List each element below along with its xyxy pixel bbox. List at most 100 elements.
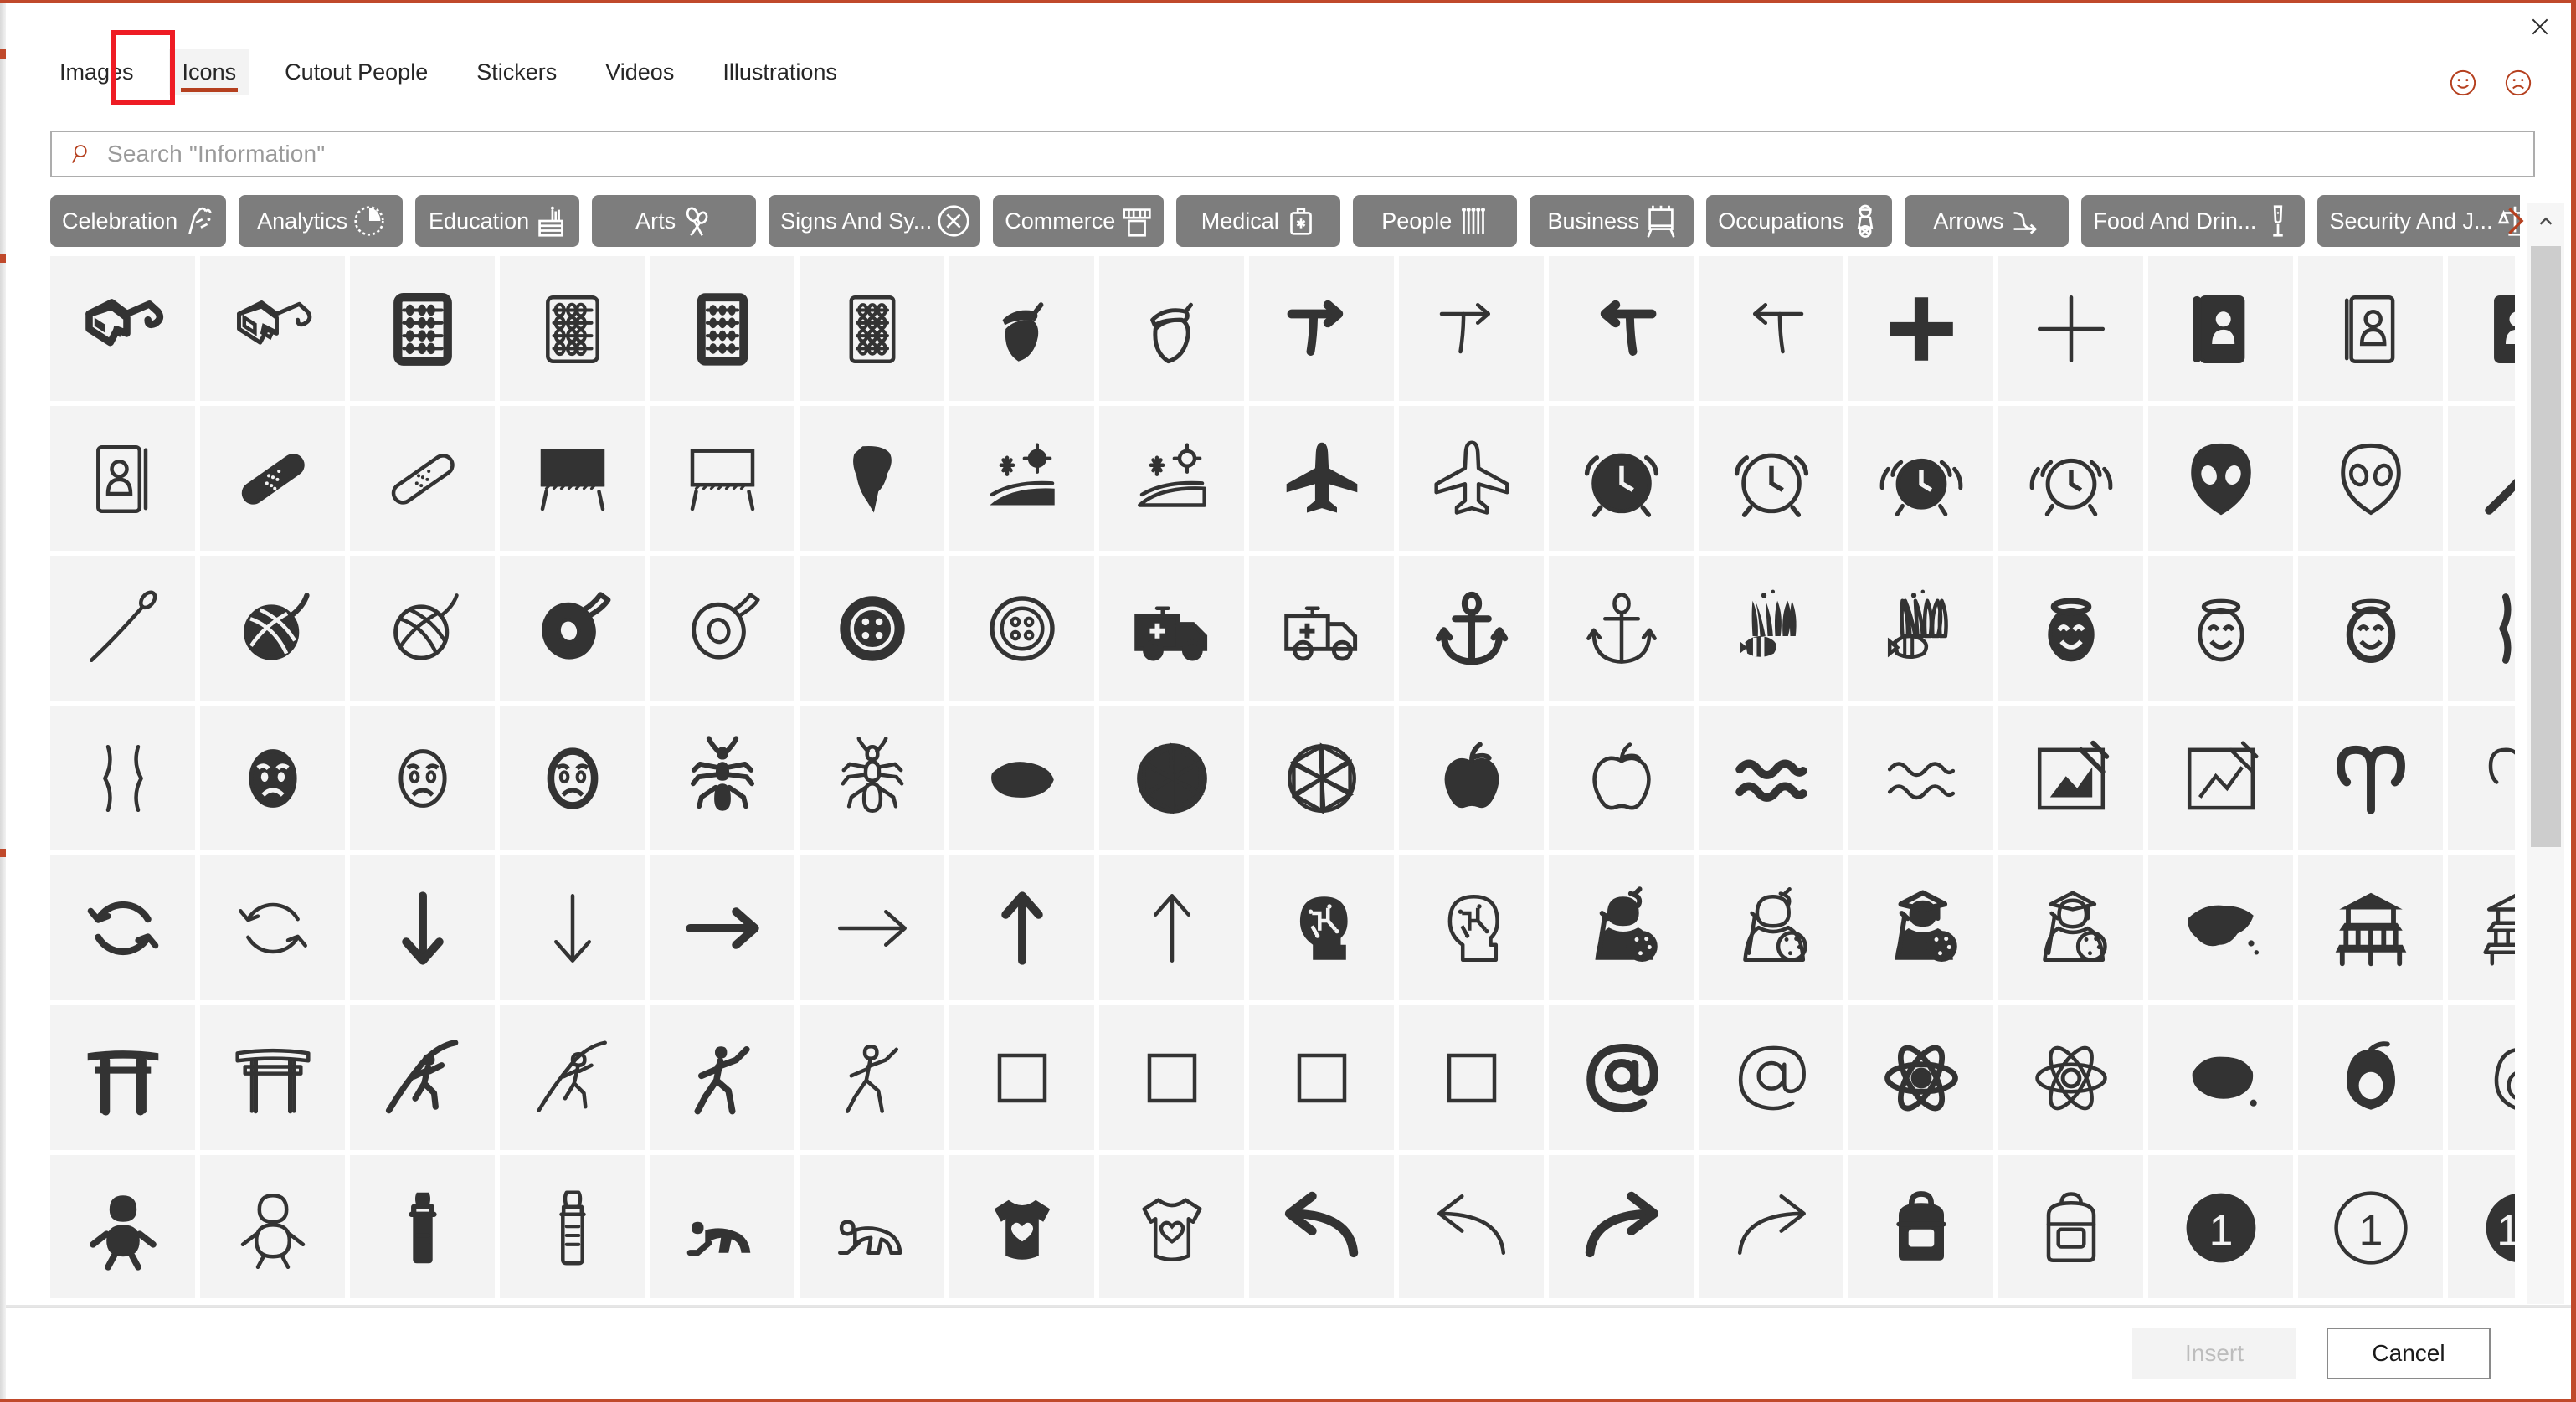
icon-cell[interactable] (1249, 556, 1394, 701)
icon-cell[interactable] (1099, 406, 1244, 551)
icon-cell[interactable] (1549, 706, 1694, 850)
icon-cell[interactable] (1549, 1155, 1694, 1298)
icon-cell[interactable] (1549, 256, 1694, 401)
icon-cell[interactable] (2298, 1005, 2443, 1150)
icon-cell[interactable] (2298, 855, 2443, 1000)
icon-cell[interactable] (949, 556, 1094, 701)
icon-cell[interactable] (350, 1155, 495, 1298)
icon-cell[interactable] (50, 855, 195, 1000)
icon-cell[interactable] (1249, 256, 1394, 401)
icon-cell[interactable] (2148, 706, 2293, 850)
icon-cell[interactable] (200, 406, 345, 551)
icon-cell[interactable] (949, 1005, 1094, 1150)
category-chip-analytics[interactable]: Analytics (239, 195, 404, 247)
category-chip-people[interactable]: People (1353, 195, 1518, 247)
icon-cell[interactable] (350, 706, 495, 850)
icon-cell[interactable] (949, 406, 1094, 551)
icon-cell[interactable] (50, 1005, 195, 1150)
scroll-up-button[interactable] (2527, 203, 2564, 241)
icon-cell[interactable] (350, 256, 495, 401)
icon-cell[interactable] (800, 855, 944, 1000)
icon-cell[interactable] (350, 406, 495, 551)
icon-cell[interactable] (1099, 1005, 1244, 1150)
icon-cell[interactable] (1249, 1005, 1394, 1150)
icon-cell[interactable] (2448, 706, 2515, 850)
icon-cell[interactable] (500, 556, 645, 701)
icon-cell[interactable] (800, 556, 944, 701)
icon-cell[interactable] (1699, 256, 1843, 401)
category-chip-arrows[interactable]: Arrows (1905, 195, 2070, 247)
icon-cell[interactable] (650, 256, 794, 401)
icon-cell[interactable] (2148, 556, 2293, 701)
icon-cell[interactable] (2298, 406, 2443, 551)
icon-cell[interactable] (650, 1155, 794, 1298)
category-chip-medical[interactable]: Medical (1176, 195, 1341, 247)
icon-cell[interactable] (1848, 1155, 1993, 1298)
close-button[interactable] (2521, 8, 2559, 45)
icon-cell[interactable] (1699, 556, 1843, 701)
icon-cell[interactable] (50, 1155, 195, 1298)
icon-cell[interactable] (1099, 855, 1244, 1000)
icon-cell[interactable] (2448, 855, 2515, 1000)
category-chip-education[interactable]: Education (415, 195, 580, 247)
icon-cell[interactable] (949, 1155, 1094, 1298)
icon-cell[interactable] (50, 706, 195, 850)
icon-cell[interactable] (1549, 556, 1694, 701)
icon-cell[interactable] (1998, 706, 2143, 850)
cancel-button[interactable]: Cancel (2327, 1328, 2491, 1379)
icon-cell[interactable] (1099, 256, 1244, 401)
icon-cell[interactable] (1399, 406, 1544, 551)
icon-cell[interactable]: 10 (2448, 1155, 2515, 1298)
icon-cell[interactable] (500, 855, 645, 1000)
icon-cell[interactable] (500, 256, 645, 401)
category-chip-business[interactable]: Business (1530, 195, 1694, 247)
icon-results-panel[interactable]: 1 1 10 (50, 256, 2515, 1298)
icon-cell[interactable] (1848, 706, 1993, 850)
icon-cell[interactable] (800, 1155, 944, 1298)
icon-cell[interactable] (949, 256, 1094, 401)
tab-videos[interactable]: Videos (592, 49, 687, 95)
icon-cell[interactable] (1399, 706, 1544, 850)
icon-cell[interactable] (650, 855, 794, 1000)
icon-cell[interactable] (200, 256, 345, 401)
icon-cell[interactable] (800, 256, 944, 401)
icon-cell[interactable] (1549, 406, 1694, 551)
icon-cell[interactable] (800, 406, 944, 551)
icon-cell[interactable] (800, 706, 944, 850)
icon-cell[interactable] (650, 1005, 794, 1150)
icon-cell[interactable] (2448, 1005, 2515, 1150)
icon-cell[interactable] (1549, 855, 1694, 1000)
icon-cell[interactable] (2298, 256, 2443, 401)
icon-cell[interactable] (1848, 855, 1993, 1000)
icon-cell[interactable] (2448, 256, 2515, 401)
icon-cell[interactable] (1399, 556, 1544, 701)
icon-cell[interactable] (200, 556, 345, 701)
icon-cell[interactable] (50, 256, 195, 401)
icon-cell[interactable] (1998, 256, 2143, 401)
icon-cell[interactable] (350, 1005, 495, 1150)
smiley-face-icon[interactable] (2449, 69, 2477, 97)
icon-cell[interactable] (1699, 706, 1843, 850)
icon-cell[interactable] (50, 556, 195, 701)
icon-cell[interactable]: 1 (2148, 1155, 2293, 1298)
icon-cell[interactable] (1399, 1155, 1544, 1298)
icon-cell[interactable] (949, 855, 1094, 1000)
icon-cell[interactable] (1099, 556, 1244, 701)
insert-button[interactable]: Insert (2132, 1328, 2296, 1379)
frowny-face-icon[interactable] (2504, 69, 2532, 97)
icon-cell[interactable] (1399, 1005, 1544, 1150)
icon-cell[interactable] (350, 556, 495, 701)
icon-cell[interactable] (350, 855, 495, 1000)
scrollbar-thumb[interactable] (2531, 246, 2561, 847)
icon-cell[interactable] (200, 1005, 345, 1150)
icon-cell[interactable] (500, 1155, 645, 1298)
icon-cell[interactable] (1099, 706, 1244, 850)
icon-cell[interactable] (1848, 406, 1993, 551)
icon-cell[interactable] (1249, 855, 1394, 1000)
icon-cell[interactable] (50, 406, 195, 551)
icon-cell[interactable] (500, 706, 645, 850)
category-chip-occupations[interactable]: Occupations (1706, 195, 1893, 247)
tab-images[interactable]: Images (46, 49, 147, 95)
icon-cell[interactable] (1699, 1005, 1843, 1150)
icon-cell[interactable]: 1 (2298, 1155, 2443, 1298)
